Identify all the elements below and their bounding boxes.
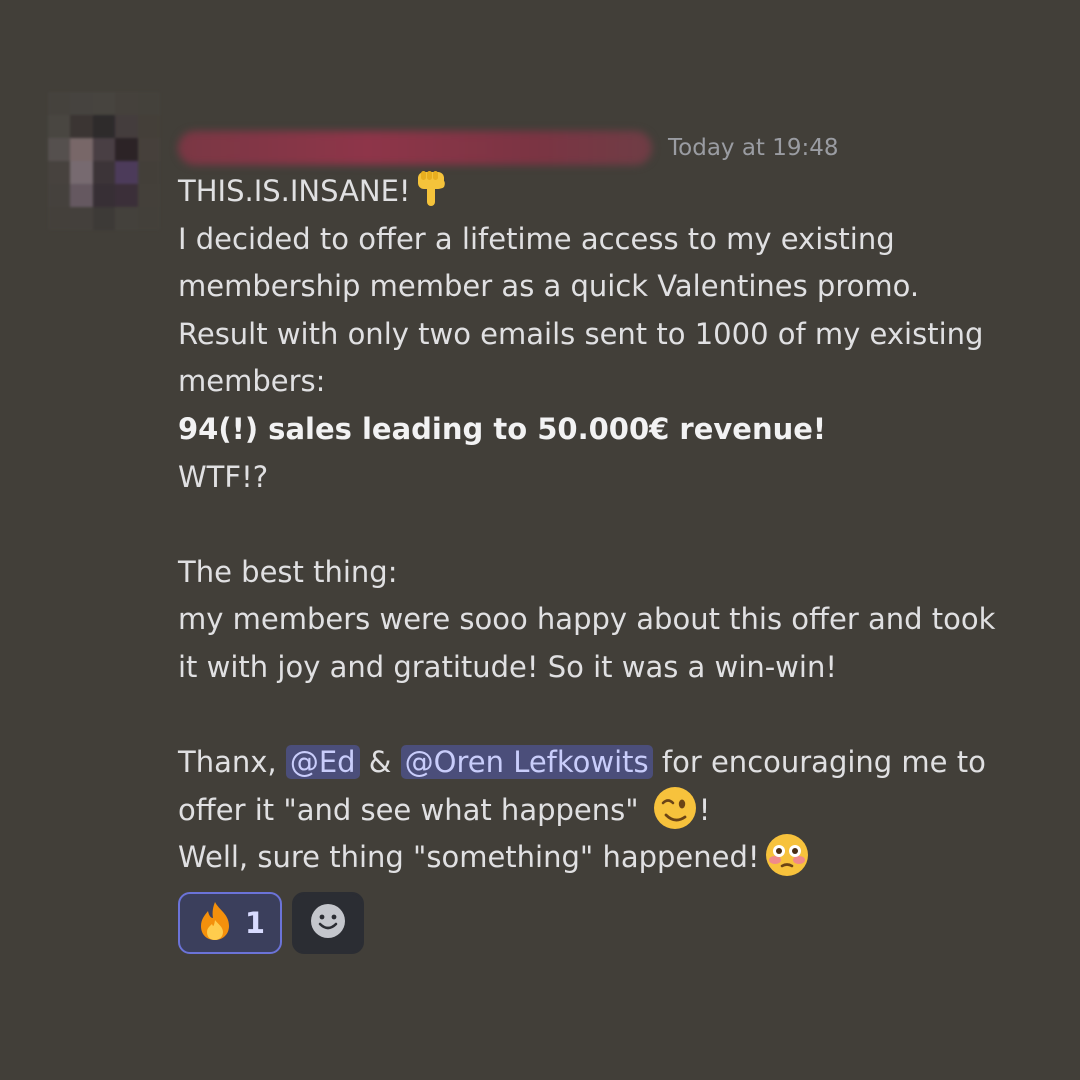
message-body: THIS.IS.INSANE! I decided to offer a lif… xyxy=(178,168,1038,882)
message-line: Result with only two emails sent to 1000… xyxy=(178,311,1038,359)
message-line: offer it "and see what happens" ! xyxy=(178,785,1038,835)
message-text: I decided to offer a lifetime access to … xyxy=(178,221,895,256)
message-text: for encouraging me to xyxy=(652,745,986,780)
message-line: THIS.IS.INSANE! xyxy=(178,168,1038,216)
winking-face-icon xyxy=(652,785,698,831)
reactions-bar: 1 xyxy=(178,892,364,954)
flushed-face-icon xyxy=(764,832,810,878)
message-line-bold: 94(!) sales leading to 50.000€ revenue! xyxy=(178,406,1038,454)
message-text-bold: 94(!) sales leading to 50.000€ revenue! xyxy=(178,411,827,446)
message-text: Thanx, xyxy=(178,745,286,780)
username-blurred[interactable] xyxy=(178,131,652,165)
message-line: my members were sooo happy about this of… xyxy=(178,596,1038,644)
message-line: Well, sure thing "something" happened! xyxy=(178,834,1038,882)
avatar[interactable] xyxy=(48,92,160,230)
fire-reaction-button[interactable]: 1 xyxy=(178,892,282,954)
message-line: Thanx, @Ed & @Oren Lefkowits for encoura… xyxy=(178,739,1038,787)
message-header: Today at 19:48 xyxy=(178,128,839,168)
message-text: members: xyxy=(178,364,326,399)
message-text: it with joy and gratitude! So it was a w… xyxy=(178,649,837,684)
message-line: The best thing: xyxy=(178,549,1038,597)
mention-oren-lefkowits[interactable]: @Oren Lefkowits xyxy=(400,745,653,780)
mention-ed[interactable]: @Ed xyxy=(285,745,360,780)
backhand-index-pointing-down-icon xyxy=(413,168,449,208)
reaction-count: 1 xyxy=(244,906,266,940)
message-text: WTF!? xyxy=(178,459,269,494)
message-text: & xyxy=(359,745,401,780)
message-line: membership member as a quick Valentines … xyxy=(178,263,1038,311)
chat-message: Today at 19:48 THIS.IS.INSANE! I decided… xyxy=(0,0,1080,1080)
message-line: members: xyxy=(178,358,1038,406)
message-text: offer it "and see what happens" xyxy=(178,792,648,827)
message-text: Result with only two emails sent to 1000… xyxy=(178,316,984,351)
message-text: THIS.IS.INSANE! xyxy=(178,174,411,208)
add-reaction-button[interactable] xyxy=(292,892,364,954)
message-line: it with joy and gratitude! So it was a w… xyxy=(178,644,1038,692)
message-line: I decided to offer a lifetime access to … xyxy=(178,216,1038,264)
add-reaction-smiley-icon xyxy=(309,902,347,944)
fire-icon xyxy=(195,900,235,946)
message-text: membership member as a quick Valentines … xyxy=(178,269,920,304)
message-text: my members were sooo happy about this of… xyxy=(178,602,996,637)
timestamp: Today at 19:48 xyxy=(668,135,839,161)
message-text: ! xyxy=(698,792,711,827)
message-line: WTF!? xyxy=(178,454,1038,502)
message-text: The best thing: xyxy=(178,554,398,589)
message-text: Well, sure thing "something" happened! xyxy=(178,840,760,875)
